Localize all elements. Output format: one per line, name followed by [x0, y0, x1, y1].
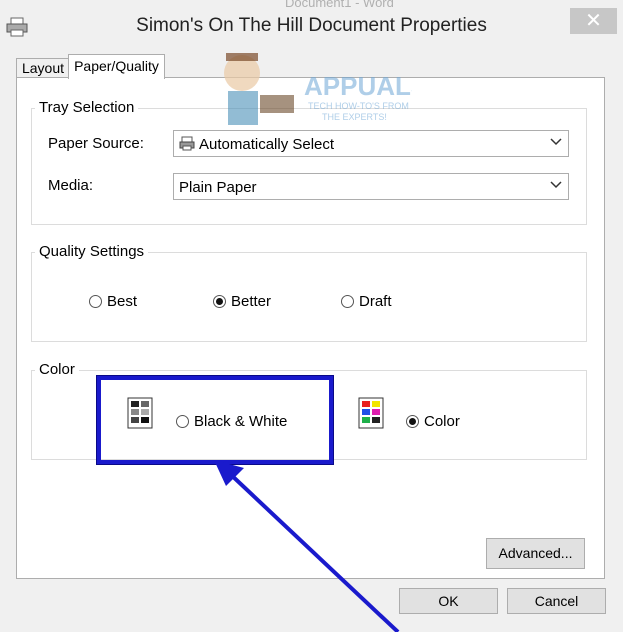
radio-draft[interactable] [341, 295, 354, 308]
ok-button[interactable]: OK [399, 588, 498, 614]
highlight-box [97, 376, 333, 464]
cancel-button[interactable]: Cancel [507, 588, 606, 614]
window-title: Simon's On The Hill Document Properties [136, 15, 487, 36]
tab-panel: Tray Selection Paper Source: Automatical… [16, 77, 605, 579]
chevron-down-icon [550, 138, 562, 146]
background-window-title: Document1 - Word [285, 0, 394, 10]
appuals-watermark-logo: APPUALS TECH HOW-TO'S FROM THE EXPERTS! [224, 53, 412, 125]
tray-selection-label: Tray Selection [35, 99, 139, 116]
radio-better[interactable] [213, 295, 226, 308]
printer-small-icon [179, 136, 195, 151]
advanced-button[interactable]: Advanced... [486, 538, 585, 569]
paper-source-label: Paper Source: [48, 135, 144, 152]
paper-source-select[interactable]: Automatically Select [173, 130, 569, 157]
media-value: Plain Paper [179, 179, 257, 196]
tab-paper-quality[interactable]: Paper/Quality [68, 54, 165, 79]
radio-best[interactable] [89, 295, 102, 308]
tab-layout[interactable]: Layout [16, 58, 70, 78]
watermark-tagline-2: THE EXPERTS! [322, 112, 387, 122]
media-select[interactable]: Plain Paper [173, 173, 569, 200]
radio-better-label[interactable]: Better [231, 293, 271, 310]
radio-draft-label[interactable]: Draft [359, 293, 392, 310]
chevron-down-icon [550, 181, 562, 189]
media-label: Media: [48, 177, 94, 194]
radio-best-label[interactable]: Best [107, 293, 137, 310]
watermark-brand: APPUALS [304, 71, 412, 101]
radio-color-label[interactable]: Color [424, 413, 460, 430]
watermark-tagline-1: TECH HOW-TO'S FROM [308, 101, 409, 111]
paper-source-value: Automatically Select [199, 136, 335, 153]
color-palette-icon [358, 397, 384, 429]
close-button[interactable]: ✕ [570, 8, 617, 34]
radio-color[interactable] [406, 415, 419, 428]
title-bar: Document1 - Word Simon's On The Hill Doc… [0, 0, 623, 48]
color-label: Color [35, 361, 79, 378]
quality-settings-label: Quality Settings [35, 243, 149, 260]
